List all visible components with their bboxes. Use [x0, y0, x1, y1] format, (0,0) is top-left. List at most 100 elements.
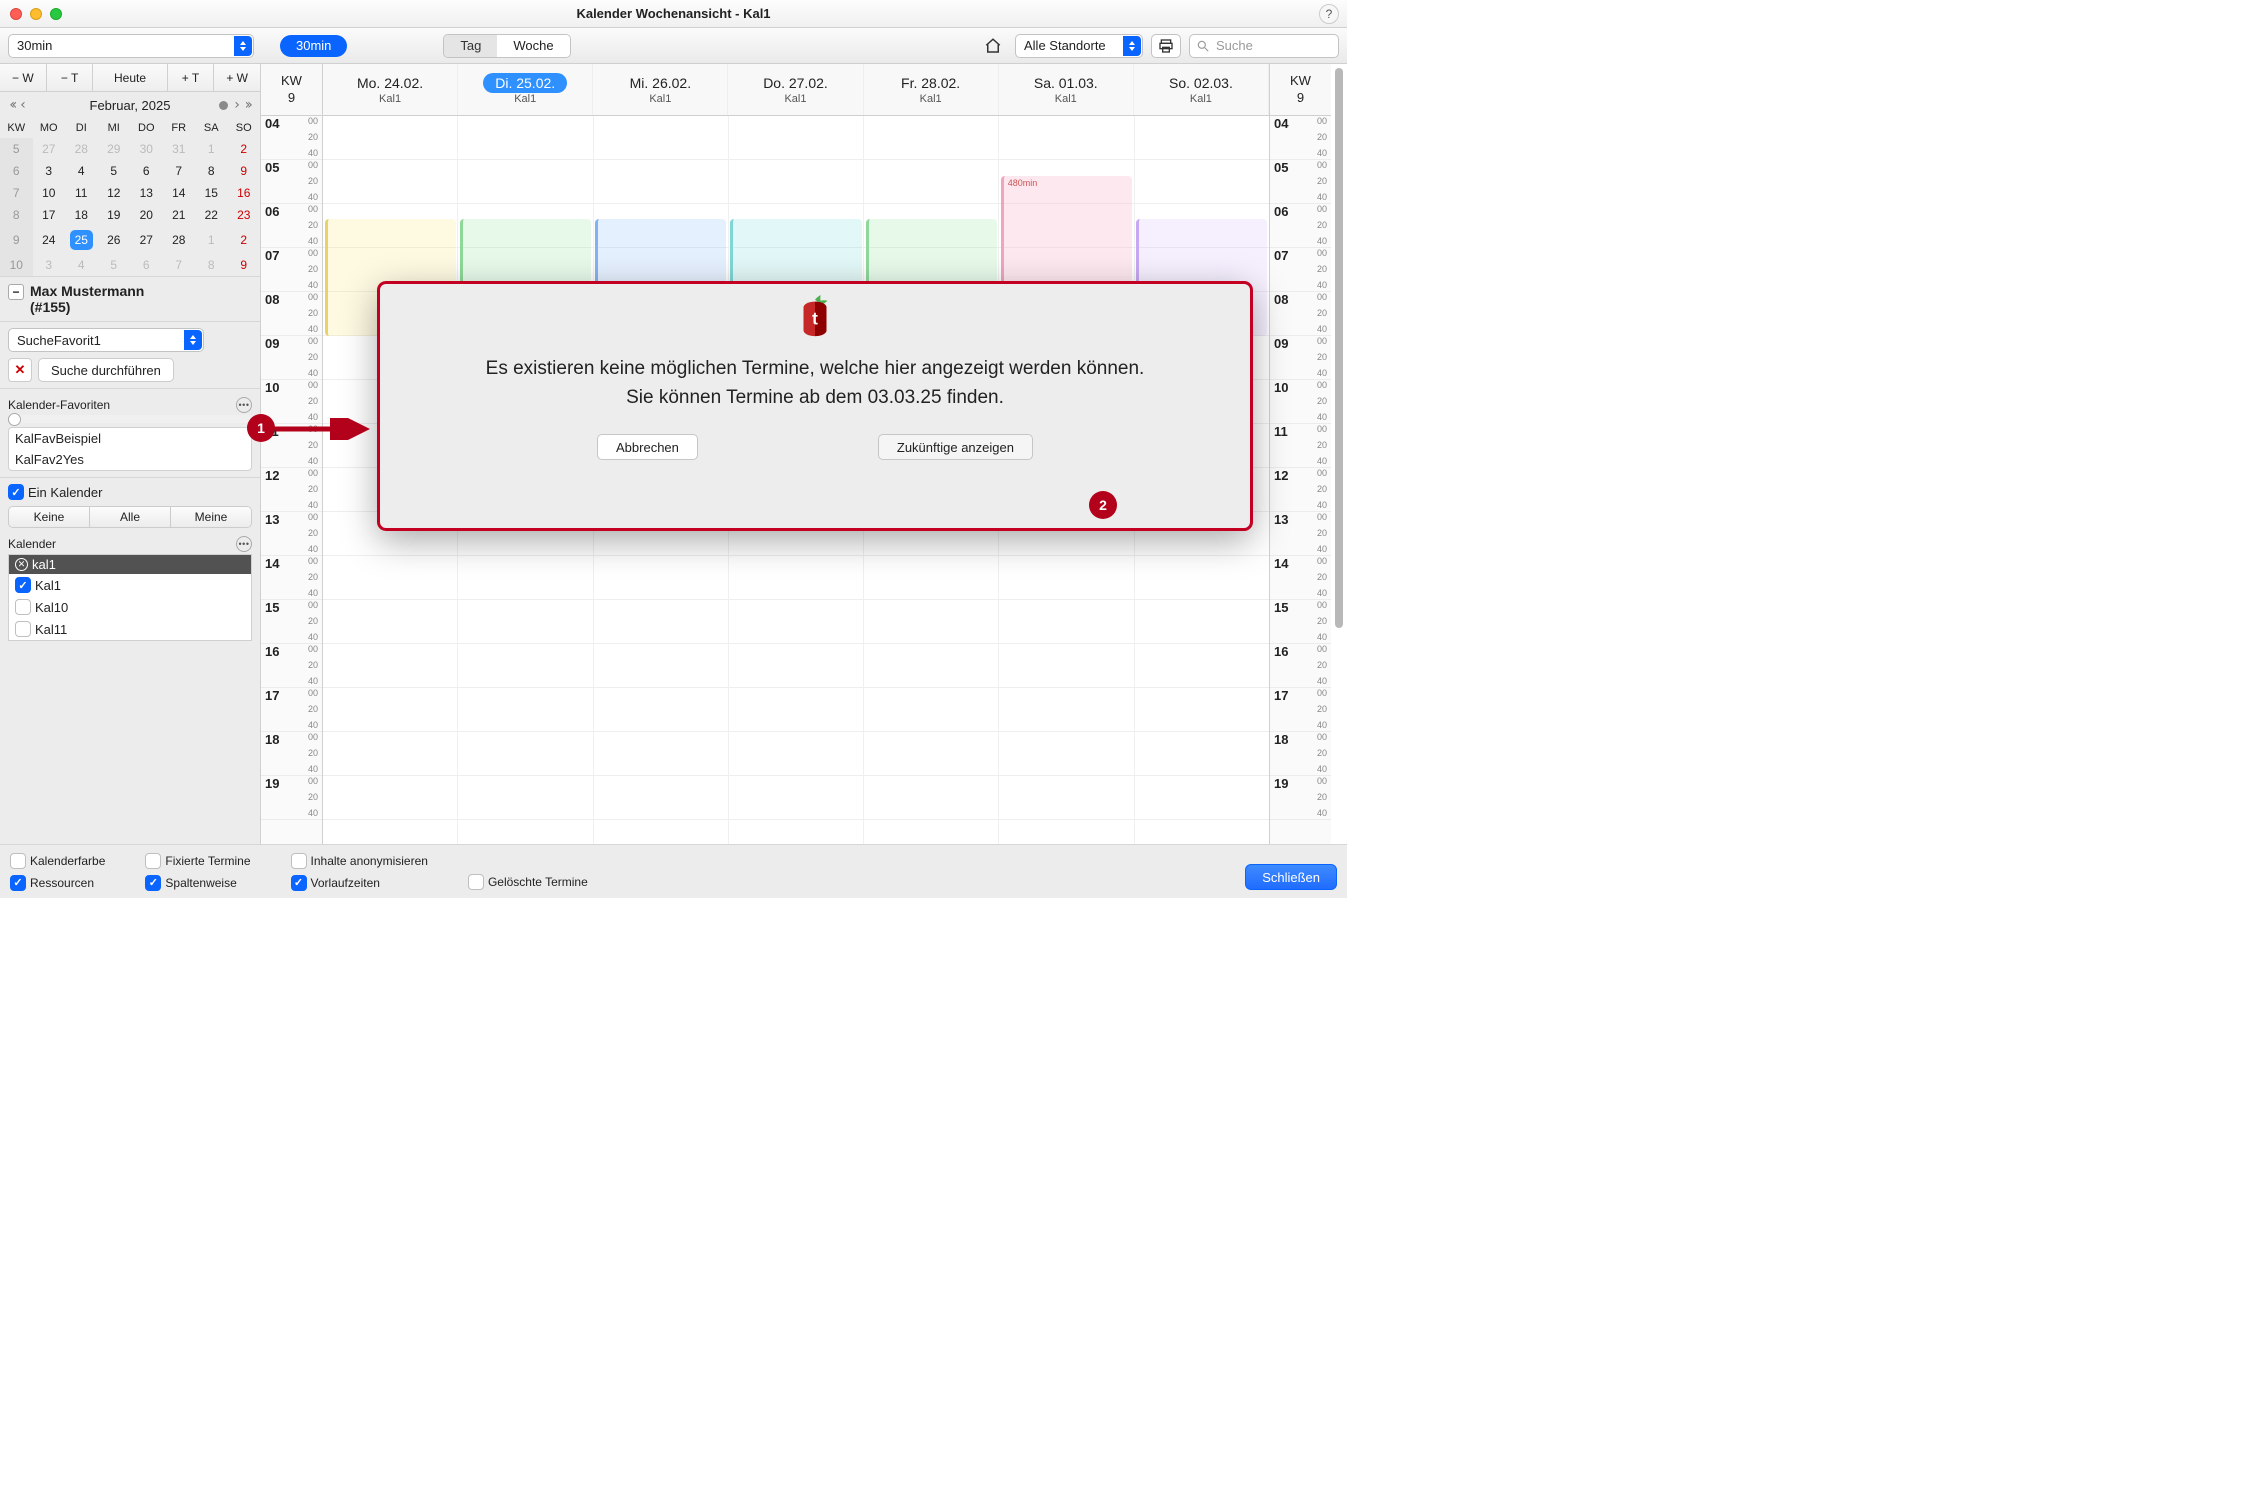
month-forward[interactable]: ››› [216, 98, 252, 112]
mini-cal-day[interactable]: 8 [195, 254, 228, 276]
mini-cal-day[interactable]: 19 [98, 204, 131, 226]
duration-select[interactable]: 30min [8, 34, 254, 58]
day-header[interactable]: Do. 27.02.Kal1 [728, 64, 863, 115]
mini-cal-day[interactable]: 18 [65, 204, 98, 226]
prev-week-button[interactable]: − W [0, 64, 47, 91]
mini-cal-day[interactable]: 7 [163, 160, 196, 182]
single-cal-checkbox[interactable] [8, 484, 24, 500]
spaltenweise-checkbox[interactable] [145, 875, 161, 891]
kalender-item[interactable]: Kal1 [9, 574, 251, 596]
collapse-icon[interactable]: − [8, 284, 24, 300]
mini-cal-day[interactable]: 3 [33, 254, 66, 276]
next-week-button[interactable]: + W [214, 64, 260, 91]
mini-cal-day[interactable]: 24 [33, 226, 66, 254]
mini-cal-day[interactable]: 12 [98, 182, 131, 204]
mini-cal-day[interactable]: 14 [163, 182, 196, 204]
day-header[interactable]: Sa. 01.03.Kal1 [999, 64, 1134, 115]
kalender-selected-row[interactable]: ✕ kal1 [9, 555, 251, 574]
print-button[interactable] [1151, 34, 1181, 58]
location-select[interactable]: Alle Standorte [1015, 34, 1143, 58]
day-header[interactable]: Mo. 24.02.Kal1 [323, 64, 458, 115]
more-icon[interactable]: ••• [236, 397, 252, 413]
geloeschte-checkbox[interactable] [468, 874, 484, 890]
kalender-item[interactable]: Kal11 [9, 618, 251, 640]
mini-cal-day[interactable]: 3 [33, 160, 66, 182]
mini-cal-day[interactable]: 10 [33, 182, 66, 204]
mini-cal-day[interactable]: 4 [65, 160, 98, 182]
mini-cal-day[interactable]: 26 [98, 226, 131, 254]
mini-cal-day[interactable]: 6 [130, 160, 163, 182]
day-header[interactable]: Mi. 26.02.Kal1 [593, 64, 728, 115]
mini-cal-day[interactable]: 11 [65, 182, 98, 204]
view-day-tab[interactable]: Tag [444, 35, 497, 57]
kalfav-item[interactable]: KalFavBeispiel [9, 428, 251, 449]
kalfav-slider[interactable] [8, 415, 252, 423]
mini-cal-day[interactable]: 27 [33, 138, 66, 160]
month-back[interactable]: ‹‹‹ [8, 98, 27, 112]
inhalte-checkbox[interactable] [291, 853, 307, 869]
search-input[interactable]: Suche [1189, 34, 1339, 58]
mini-cal-day[interactable]: 4 [65, 254, 98, 276]
mini-cal-day[interactable]: 22 [195, 204, 228, 226]
fixierte-checkbox[interactable] [145, 853, 161, 869]
close-button[interactable]: Schließen [1245, 864, 1337, 890]
dialog-cancel-button[interactable]: Abbrechen [597, 434, 698, 460]
run-search-button[interactable]: Suche durchführen [38, 358, 174, 382]
mini-cal-day[interactable]: 31 [163, 138, 196, 160]
next-day-button[interactable]: + T [168, 64, 215, 91]
kalender-checkbox[interactable] [15, 621, 31, 637]
mini-cal-day[interactable]: 17 [33, 204, 66, 226]
kalenderfarbe-checkbox[interactable] [10, 853, 26, 869]
mini-cal-day[interactable]: 13 [130, 182, 163, 204]
mini-cal-day[interactable]: 27 [130, 226, 163, 254]
mini-cal-day[interactable]: 7 [163, 254, 196, 276]
ressourcen-checkbox[interactable] [10, 875, 26, 891]
mini-cal-day[interactable]: 30 [130, 138, 163, 160]
dialog-future-button[interactable]: Zukünftige anzeigen [878, 434, 1033, 460]
clear-search-button[interactable]: ✕ [8, 358, 32, 382]
mini-cal-day[interactable]: 1 [195, 138, 228, 160]
mini-cal-day[interactable]: 9 [228, 254, 261, 276]
mini-cal-day[interactable]: 28 [65, 138, 98, 160]
mini-cal-day[interactable]: 20 [130, 204, 163, 226]
prev-day-button[interactable]: − T [47, 64, 94, 91]
mini-cal-day[interactable]: 28 [163, 226, 196, 254]
mini-cal-day[interactable]: 25 [65, 226, 98, 254]
month-nav: ‹‹‹ Februar, 2025 ››› [0, 92, 260, 118]
kalfav-item[interactable]: KalFav2Yes [9, 449, 251, 470]
vertical-scrollbar[interactable] [1331, 64, 1347, 844]
view-week-tab[interactable]: Woche [497, 35, 569, 57]
seg-none[interactable]: Keine [9, 507, 90, 527]
help-button[interactable]: ? [1319, 4, 1339, 24]
remove-icon[interactable]: ✕ [15, 558, 28, 571]
duration-pill[interactable]: 30min [280, 35, 347, 57]
mini-cal-day[interactable]: 1 [195, 226, 228, 254]
kalender-checkbox[interactable] [15, 577, 31, 593]
seg-mine[interactable]: Meine [171, 507, 251, 527]
home-icon[interactable] [979, 32, 1007, 60]
mini-cal-day[interactable]: 29 [98, 138, 131, 160]
vorlaufzeiten-checkbox[interactable] [291, 875, 307, 891]
day-header[interactable]: Di. 25.02.Kal1 [458, 64, 593, 115]
seg-all[interactable]: Alle [90, 507, 171, 527]
mini-cal-day[interactable]: 5 [98, 254, 131, 276]
mini-cal-day[interactable]: 23 [228, 204, 261, 226]
mini-cal-day[interactable]: 5 [98, 160, 131, 182]
mini-cal-day[interactable]: 8 [195, 160, 228, 182]
today-button[interactable]: Heute [93, 64, 167, 91]
mini-cal-day[interactable]: 15 [195, 182, 228, 204]
kalender-checkbox[interactable] [15, 599, 31, 615]
mini-cal-day[interactable]: 9 [228, 160, 261, 182]
day-header[interactable]: So. 02.03.Kal1 [1134, 64, 1269, 115]
mini-cal-day[interactable]: 16 [228, 182, 261, 204]
more-icon[interactable]: ••• [236, 536, 252, 552]
search-favorite-select[interactable]: SucheFavorit1 [8, 328, 204, 352]
mini-cal-day[interactable]: 21 [163, 204, 196, 226]
mini-cal-day[interactable]: 2 [228, 226, 261, 254]
mini-cal-day[interactable]: 6 [130, 254, 163, 276]
kalender-item[interactable]: Kal10 [9, 596, 251, 618]
day-header[interactable]: Fr. 28.02.Kal1 [864, 64, 999, 115]
today-dot-icon[interactable] [219, 101, 228, 110]
mini-cal-day[interactable]: 2 [228, 138, 261, 160]
scrollbar-thumb[interactable] [1335, 68, 1343, 628]
